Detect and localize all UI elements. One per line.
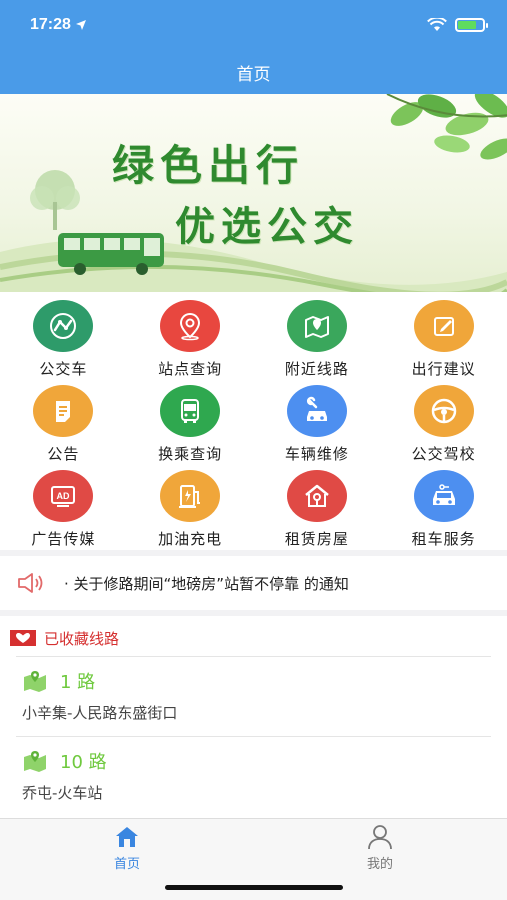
grid-item-bus[interactable]: 公交车: [0, 300, 127, 385]
favorite-route-item[interactable]: 1 路 小辛集-人民路东盛街口: [22, 668, 177, 723]
grid-label: 附近线路: [284, 360, 349, 378]
grid-label: 租车服务: [411, 530, 476, 548]
favorites-title: 已收藏线路: [44, 629, 120, 648]
heart-box-icon: [10, 630, 36, 646]
route-icon: [33, 300, 94, 352]
grid-label: 换乘查询: [158, 445, 223, 463]
location-arrow-icon: [75, 20, 86, 30]
notice-text[interactable]: · 关于修路期间“地磅房”站暂不停靠 的通知: [64, 573, 349, 594]
grid-item-car-rental[interactable]: 租车服务: [380, 470, 507, 555]
edit-icon: [413, 300, 474, 352]
document-icon: [33, 385, 94, 437]
tree-icon: [30, 170, 80, 230]
favorite-route-item[interactable]: 10 路 乔屯-火车站: [22, 748, 107, 803]
route-stops: 小辛集-人民路东盛街口: [22, 704, 178, 722]
grid-label: 加油充电: [158, 530, 223, 548]
tab-mine[interactable]: 我的: [340, 823, 420, 872]
wifi-icon: [427, 18, 447, 31]
steering-wheel-icon: [413, 385, 474, 437]
grid-item-house-rental[interactable]: 租赁房屋: [254, 470, 381, 555]
banner[interactable]: 绿色出行 优选公交: [0, 94, 507, 292]
service-grid: 公交车 站点查询 附近线路 出行建议 公告 换乘查询 车辆维修 公交驾校 AD …: [0, 292, 507, 550]
home-indicator: [165, 885, 343, 890]
house-key-icon: [286, 470, 347, 522]
grid-label: 公交驾校: [411, 445, 476, 463]
divider: [16, 656, 491, 657]
grid-item-driving-school[interactable]: 公交驾校: [380, 385, 507, 470]
grid-item-vehicle-repair[interactable]: 车辆维修: [254, 385, 381, 470]
grid-item-travel-advice[interactable]: 出行建议: [380, 300, 507, 385]
leaves-icon: [386, 94, 507, 160]
route-stops: 乔屯-火车站: [22, 784, 103, 802]
grid-label: 出行建议: [411, 360, 476, 378]
tab-mine-label: 我的: [366, 857, 393, 872]
user-icon: [368, 825, 392, 850]
grid-item-announcements[interactable]: 公告: [0, 385, 127, 470]
grid-label: 公交车: [39, 360, 88, 378]
bus-illustration-icon: [58, 233, 164, 275]
route-name: 1 路: [60, 672, 96, 693]
favorite-routes-section: 已收藏线路 1 路 小辛集-人民路东盛街口 10 路 乔屯-火车站: [0, 616, 507, 818]
battery-icon: [455, 18, 488, 32]
grid-label: 租赁房屋: [284, 530, 349, 548]
svg-text:AD: AD: [57, 491, 70, 501]
favorites-header: 已收藏线路: [8, 626, 119, 650]
grid-item-advertising[interactable]: AD 广告传媒: [0, 470, 127, 555]
status-bar: 17:28: [30, 14, 488, 36]
divider: [16, 736, 491, 737]
car-rental-icon: [413, 470, 474, 522]
grid-label: 站点查询: [158, 360, 223, 378]
status-time: 17:28: [30, 16, 71, 33]
map-icon: [286, 300, 347, 352]
fuel-charge-icon: [160, 470, 221, 522]
route-name: 10 路: [60, 752, 107, 773]
tab-home-label: 首页: [113, 857, 140, 872]
tab-bar: 首页 我的: [0, 818, 507, 900]
grid-label: 公告: [47, 445, 80, 463]
banner-headline-2: 优选公交: [175, 204, 359, 250]
location-pin-icon: [160, 300, 221, 352]
banner-headline-1: 绿色出行: [112, 141, 305, 190]
grid-item-transfer-search[interactable]: 换乘查询: [127, 385, 254, 470]
grid-label: 车辆维修: [284, 445, 349, 463]
map-route-icon: [24, 751, 46, 772]
grid-label: 广告传媒: [31, 530, 96, 548]
speaker-icon: [18, 573, 43, 593]
car-repair-icon: [286, 385, 347, 437]
grid-item-fuel-charging[interactable]: 加油充电: [127, 470, 254, 555]
app-screen: 17:28 首页 绿色出行 优选公交 公交车 站点查询 附近线路 出行建议 公告…: [0, 0, 507, 900]
grid-item-nearby-routes[interactable]: 附近线路: [254, 300, 381, 385]
tab-home[interactable]: 首页: [87, 823, 167, 872]
map-route-icon: [24, 671, 46, 692]
header: 17:28 首页: [0, 0, 507, 94]
notice-bar[interactable]: · 关于修路期间“地磅房”站暂不停靠 的通知: [0, 556, 507, 610]
home-icon: [116, 827, 138, 847]
ad-icon: AD: [33, 470, 94, 522]
bus-icon: [160, 385, 221, 437]
grid-item-station-search[interactable]: 站点查询: [127, 300, 254, 385]
page-title: 首页: [236, 65, 271, 85]
